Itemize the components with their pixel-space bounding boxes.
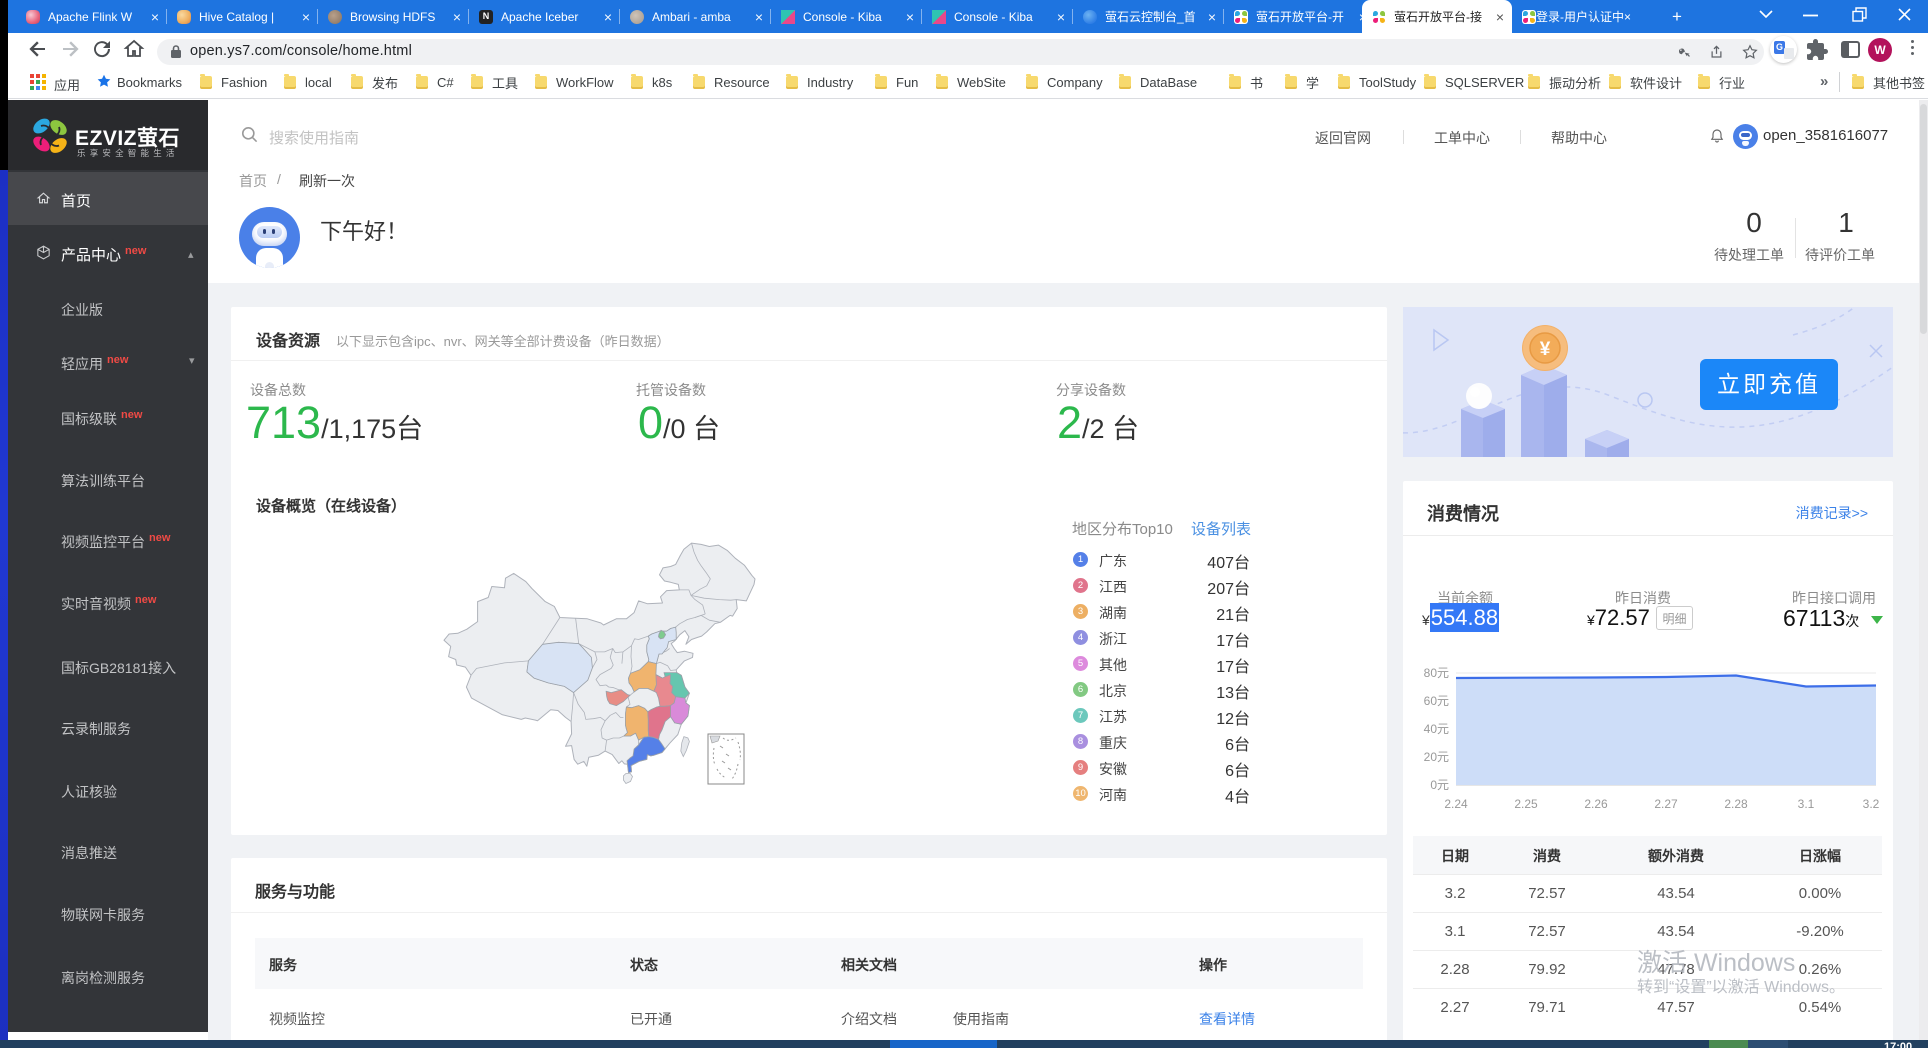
- svg-text:2.26: 2.26: [1584, 797, 1608, 811]
- svg-text:¥: ¥: [1540, 339, 1551, 360]
- svg-text:40元: 40元: [1424, 722, 1449, 736]
- svg-text:80元: 80元: [1424, 666, 1449, 680]
- svg-text:20元: 20元: [1424, 750, 1449, 764]
- svg-text:3.1: 3.1: [1798, 797, 1815, 811]
- svg-text:2.25: 2.25: [1514, 797, 1538, 811]
- svg-text:2.24: 2.24: [1444, 797, 1468, 811]
- svg-text:3.2: 3.2: [1863, 797, 1880, 811]
- svg-text:0元: 0元: [1430, 778, 1449, 792]
- svg-text:60元: 60元: [1424, 694, 1449, 708]
- svg-text:2.27: 2.27: [1654, 797, 1678, 811]
- svg-text:2.28: 2.28: [1724, 797, 1748, 811]
